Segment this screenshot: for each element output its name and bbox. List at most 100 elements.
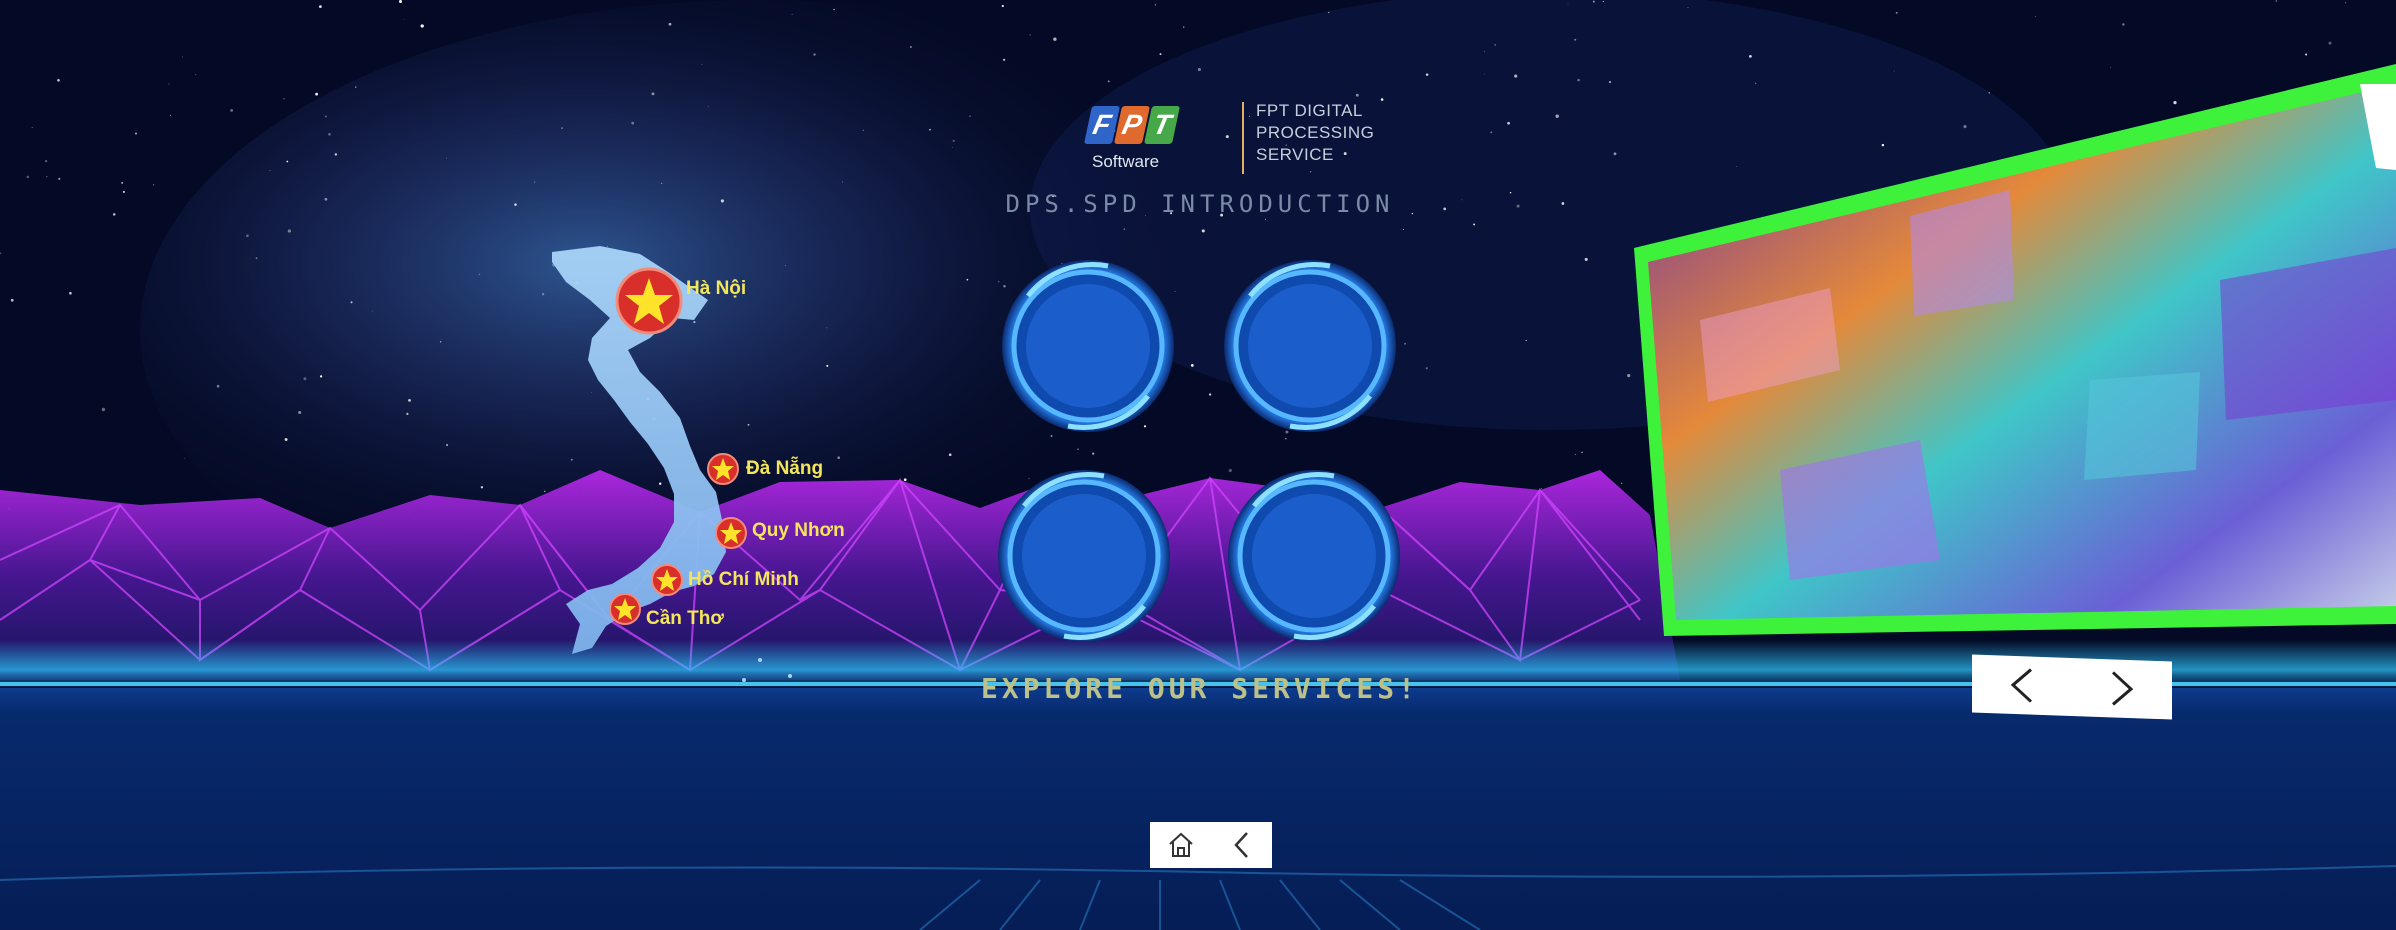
star: [570, 458, 573, 461]
star: [952, 147, 953, 148]
bottom-nav: [1150, 822, 1272, 868]
explore-services-text: EXPLORE OUR SERVICES!: [980, 672, 1419, 705]
orb-ring-icon: [1228, 470, 1400, 642]
star: [355, 86, 357, 88]
star: [1561, 202, 1565, 205]
star: [2275, 0, 2277, 2]
star: [1621, 482, 1623, 484]
star: [631, 121, 635, 125]
star: [303, 377, 307, 381]
star: [480, 486, 484, 489]
star: [446, 443, 449, 447]
star: [842, 181, 844, 183]
star: [446, 157, 447, 159]
slide-prev-button[interactable]: [1994, 656, 2050, 714]
star: [1403, 228, 1404, 230]
home-button[interactable]: [1158, 822, 1204, 868]
star: [420, 24, 424, 28]
hochiminh-star-icon[interactable]: [650, 563, 684, 597]
star: [1001, 4, 1004, 8]
star: [1584, 257, 1588, 261]
star: [660, 182, 663, 185]
star: [2173, 100, 2177, 105]
star: [659, 482, 662, 485]
star: [534, 181, 536, 183]
star: [371, 310, 373, 312]
star: [1509, 191, 1512, 194]
star: [651, 92, 655, 96]
star: [1425, 73, 1429, 76]
star: [1574, 38, 1577, 41]
star: [966, 278, 969, 281]
star: [1355, 93, 1359, 97]
star: [1507, 121, 1510, 125]
star: [1107, 80, 1110, 83]
logo-letter-t: T: [1143, 106, 1181, 144]
star: [1627, 374, 1631, 378]
star: [1541, 487, 1543, 489]
logo-tagline: FPT DIGITAL PROCESSING SERVICE: [1256, 100, 1374, 166]
logo-divider: [1242, 102, 1244, 174]
star: [813, 53, 816, 56]
star: [785, 264, 786, 266]
star: [2305, 53, 2308, 56]
star: [833, 8, 835, 11]
service-orb-button-2[interactable]: [1220, 256, 1400, 436]
star: [168, 83, 170, 85]
quynhon-star-icon[interactable]: [714, 516, 748, 550]
star: [701, 63, 703, 65]
star: [1749, 55, 1752, 58]
service-orb-button-3[interactable]: [994, 466, 1174, 646]
star: [541, 292, 545, 296]
star: [1581, 451, 1583, 453]
star: [1881, 143, 1885, 147]
star: [58, 177, 61, 181]
slide-next-button[interactable]: [2094, 660, 2150, 718]
star: [607, 246, 608, 247]
star: [1608, 81, 1612, 84]
star: [246, 234, 249, 238]
star: [826, 327, 828, 329]
star: [350, 301, 353, 304]
star: [1755, 82, 1757, 84]
star: [1988, 92, 1990, 94]
star: [1895, 11, 1898, 14]
star: [1567, 3, 1569, 5]
danang-star-icon[interactable]: [706, 452, 740, 486]
star: [112, 213, 116, 216]
slideshow-nav: [1972, 654, 2172, 720]
service-orb-button-4[interactable]: [1224, 466, 1404, 646]
star: [57, 79, 60, 82]
star: [2110, 66, 2112, 68]
star: [1963, 124, 1967, 129]
star: [1183, 26, 1185, 28]
star: [1592, 0, 1595, 3]
star: [1555, 114, 1559, 118]
star: [1425, 367, 1428, 370]
star: [1516, 204, 1520, 208]
star: [1053, 37, 1057, 41]
back-button[interactable]: [1219, 822, 1265, 868]
star: [1077, 448, 1079, 451]
star: [2328, 41, 2332, 45]
star: [2345, 2, 2347, 4]
service-orb-button-1[interactable]: [998, 256, 1178, 436]
star: [26, 175, 30, 179]
star: [1577, 78, 1580, 82]
cantho-star-icon[interactable]: [608, 592, 642, 626]
star: [1190, 364, 1194, 367]
star: [1494, 44, 1496, 46]
star: [284, 438, 288, 441]
star: [315, 92, 318, 96]
star: [1483, 73, 1485, 75]
star: [1197, 67, 1201, 72]
star: [514, 203, 517, 206]
hanoi-star-icon[interactable]: [614, 266, 684, 336]
star: [69, 291, 72, 295]
star: [406, 412, 409, 415]
logo-tagline-line-3: SERVICE: [1256, 145, 1334, 164]
star: [862, 129, 864, 131]
star: [324, 115, 327, 118]
star: [952, 139, 955, 143]
star: [1613, 152, 1617, 156]
